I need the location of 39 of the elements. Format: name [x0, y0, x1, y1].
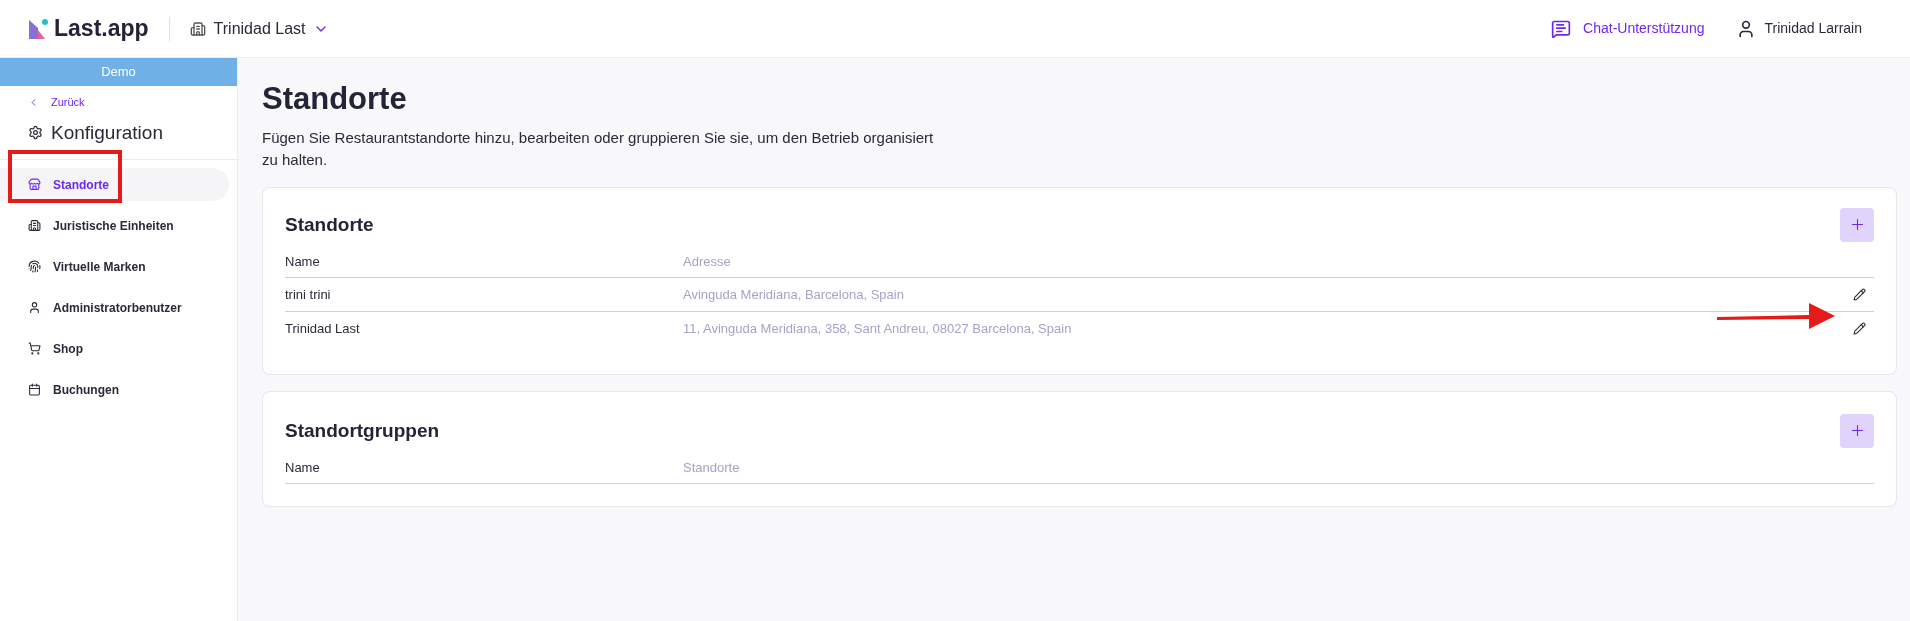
page-title: Standorte	[262, 80, 408, 118]
column-header: Standorte	[683, 458, 740, 477]
section-title: Konfiguration	[51, 120, 163, 145]
sidebar-item[interactable]: Administratorbenutzer	[0, 291, 229, 324]
chat-support-link[interactable]: Chat-Unterstützung	[1551, 18, 1705, 39]
settings-icon	[28, 125, 43, 141]
location-selector[interactable]: Trinidad Last	[189, 16, 330, 41]
cart-icon	[28, 342, 41, 355]
sidebar-item[interactable]: Buchungen	[0, 373, 229, 406]
edit-icon	[1853, 287, 1866, 301]
calendar-icon	[28, 383, 41, 396]
table-cell-text: trini trini	[285, 285, 332, 304]
demo-banner: Demo	[0, 58, 237, 86]
building-icon	[28, 219, 41, 232]
fingerprint-icon	[28, 260, 41, 273]
column-header: Name	[285, 458, 321, 477]
user-icon	[28, 301, 41, 314]
sidebar-item[interactable]: Virtuelle Marken	[0, 250, 229, 283]
chat-icon	[1551, 18, 1572, 39]
building-icon	[189, 20, 206, 37]
table-cell-text: 11, Avinguda Meridiana, 358, Sant Andreu, 08027 Barcelona, Spain	[683, 320, 1072, 338]
logo-text: Last.app	[54, 14, 149, 44]
card-title: Standorte	[285, 212, 374, 237]
back-link[interactable]: Zurück	[0, 94, 237, 111]
card-title: Standortgruppen	[285, 418, 440, 443]
sidebar-item[interactable]: Standorte	[0, 168, 229, 201]
table-cell-text: Avinguda Meridiana, Barcelona, Spain	[683, 285, 904, 304]
column-header: Adresse	[683, 252, 731, 271]
store-icon	[28, 178, 41, 191]
sidebar-item[interactable]: Juristische Einheiten	[0, 209, 229, 242]
sidebar-item[interactable]: Shop	[0, 332, 229, 365]
edit-icon	[1853, 322, 1866, 336]
edit-button[interactable]	[1853, 322, 1866, 336]
user-menu[interactable]: Trinidad Larrain	[1736, 18, 1862, 39]
logo-icon	[28, 17, 50, 40]
page-description: Fügen Sie Restaurantstandorte hinzu, bearbeiten oder gruppieren Sie sie, um den Betrieb organisiert zu halten.	[262, 127, 935, 170]
column-header: Name	[285, 252, 321, 271]
table-cell-text: Trinidad Last	[285, 320, 361, 338]
edit-button[interactable]	[1853, 287, 1866, 301]
